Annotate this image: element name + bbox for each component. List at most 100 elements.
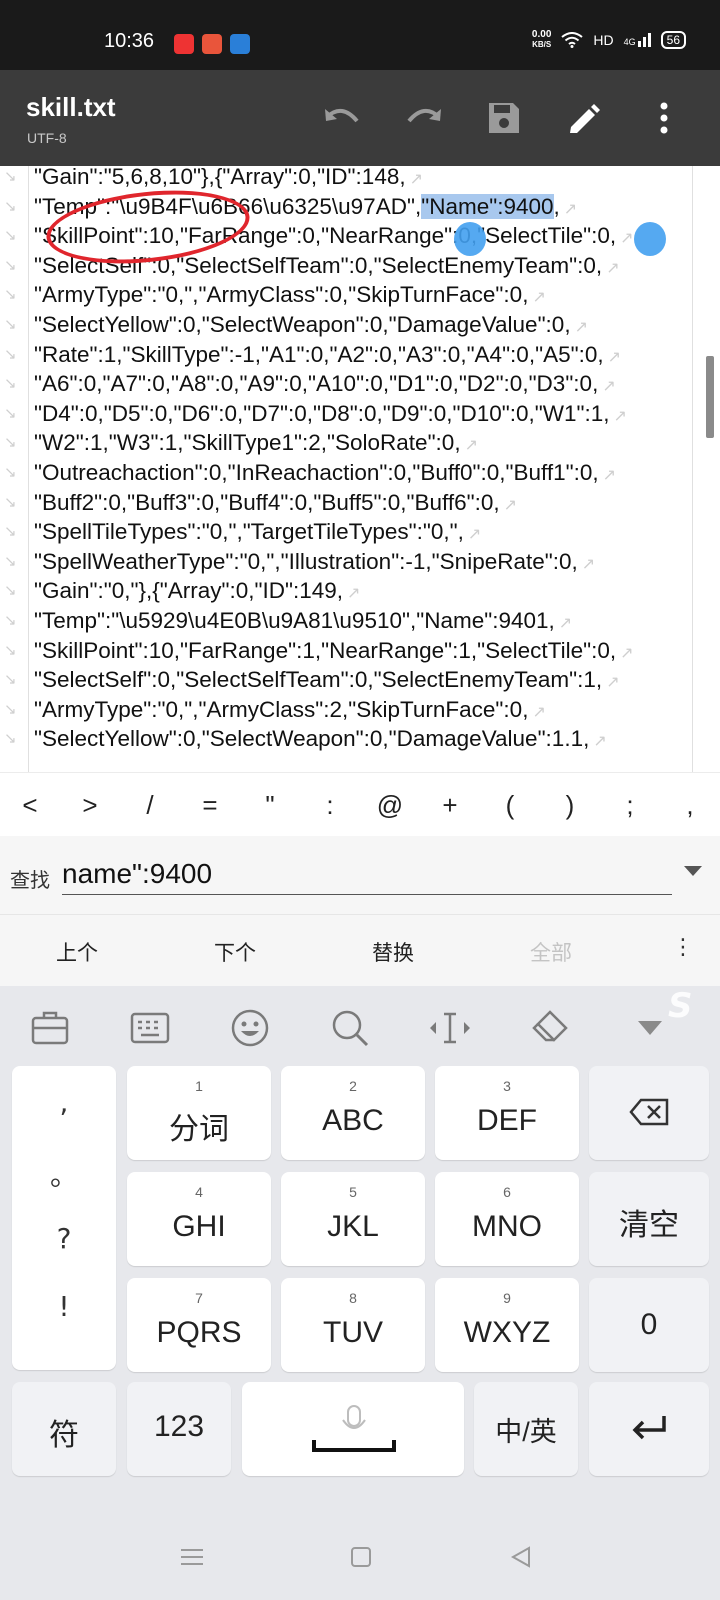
editor-line[interactable]: ↘ "Rate":1,"SkillType":-1,"A1":0,"A2":0,"… xyxy=(4,340,694,370)
backspace-key[interactable] xyxy=(589,1066,709,1160)
net-speed: 0.00 KB/S xyxy=(531,29,552,50)
editor-line[interactable]: ↘ "SpellWeatherType":"0,","Illustration":… xyxy=(4,547,694,577)
editor-line[interactable]: ↘ "SkillPoint":10,"FarRange":1,"NearRange… xyxy=(4,636,694,666)
symbol-key[interactable]: ) xyxy=(545,790,595,821)
editor-line[interactable]: ↘ "SpellTileTypes":"0,","TargetTileTypes"… xyxy=(4,517,694,547)
eraser-button[interactable] xyxy=(528,1006,572,1050)
wrap-arrow-icon: ↗ xyxy=(467,526,482,544)
redo-button[interactable] xyxy=(402,96,446,140)
file-encoding: UTF-8 xyxy=(27,130,67,146)
wrap-arrow-icon: ↗ xyxy=(620,230,634,248)
editor-line[interactable]: ↘ "Temp":"\u5929\u4E0B\u9A81\u9510","Name… xyxy=(4,606,694,636)
symbol-key[interactable]: " xyxy=(245,790,295,821)
editor-line[interactable]: ↘ "ArmyType":"0,","ArmyClass":2,"SkipTurn… xyxy=(4,695,694,725)
symbol-key[interactable]: + xyxy=(425,790,475,821)
editor-line[interactable]: ↘ "W2":1,"W3":1,"SkillType1":2,"SoloRate"… xyxy=(4,428,694,458)
wrap-arrow-icon: ↗ xyxy=(602,466,617,484)
editor-line[interactable]: ↘ "SelectSelf":0,"SelectSelfTeam":0,"Sele… xyxy=(4,665,694,695)
wrap-arrow-icon: ↗ xyxy=(613,407,627,425)
taobao-app-icon xyxy=(174,34,194,54)
keyboard-layout-button[interactable] xyxy=(128,1006,172,1050)
cursor-move-button[interactable] xyxy=(428,1006,472,1050)
t9-key-3[interactable]: 3 DEF xyxy=(435,1066,579,1160)
language-switch-key[interactable]: 中/英 xyxy=(474,1382,578,1476)
gutter-divider xyxy=(28,166,29,772)
number-keyboard-key[interactable]: 123 xyxy=(127,1382,231,1476)
editor-line[interactable]: ↘ "SelectYellow":0,"SelectWeapon":0,"Dama… xyxy=(4,724,694,754)
clipboard-icon xyxy=(31,1011,69,1045)
t9-key-4[interactable]: 4 GHI xyxy=(127,1172,271,1266)
wrap-arrow-icon: ↗ xyxy=(558,614,573,632)
find-bar: 查找 xyxy=(0,836,720,914)
clipboard-button[interactable] xyxy=(28,1006,72,1050)
symbol-key-switch[interactable]: 符 xyxy=(12,1382,116,1476)
symbol-key[interactable]: > xyxy=(65,790,115,821)
t9-key-6[interactable]: 6 MNO xyxy=(435,1172,579,1266)
save-button[interactable] xyxy=(482,96,526,140)
symbol-key[interactable]: @ xyxy=(365,790,415,821)
editor-line[interactable]: ↘ "ArmyType":"0,","ArmyClass":0,"SkipTurn… xyxy=(4,280,694,310)
clear-key[interactable]: 清空 xyxy=(589,1172,709,1266)
selection-handle-start[interactable] xyxy=(454,222,486,256)
punctuation-column[interactable]: , 。 ? ! xyxy=(12,1066,116,1370)
editor-scrollbar[interactable] xyxy=(706,356,714,438)
home-nav-icon[interactable] xyxy=(350,1546,372,1568)
more-options-button[interactable] xyxy=(642,96,686,140)
t9-key-1[interactable]: 1 分词 xyxy=(127,1066,271,1160)
replace-all-button[interactable]: 全部 xyxy=(530,937,572,967)
editor-line[interactable]: ↘ "D4":0,"D5":0,"D6":0,"D7":0,"D8":0,"D9"… xyxy=(4,399,694,429)
find-history-dropdown[interactable] xyxy=(684,866,702,876)
find-previous-button[interactable]: 上个 xyxy=(56,937,98,967)
editor-line[interactable]: ↘ "Buff2":0,"Buff3":0,"Buff4":0,"Buff5":0… xyxy=(4,488,694,518)
t9-key-8[interactable]: 8 TUV xyxy=(281,1278,425,1372)
selection-handle-end[interactable] xyxy=(634,222,666,256)
emoji-button[interactable] xyxy=(228,1006,272,1050)
search-icon xyxy=(332,1010,369,1047)
eraser-icon xyxy=(532,1010,568,1042)
symbol-key[interactable]: ( xyxy=(485,790,535,821)
wrap-arrow-icon: ↘ xyxy=(4,315,17,333)
undo-button[interactable] xyxy=(320,96,364,140)
symbol-key[interactable]: = xyxy=(185,790,235,821)
enter-key[interactable] xyxy=(589,1382,709,1476)
menu-nav-icon[interactable] xyxy=(180,1548,204,1566)
find-more-button[interactable]: ⋮ xyxy=(672,935,694,960)
zero-key[interactable]: 0 xyxy=(589,1278,709,1372)
wrap-arrow-icon: ↗ xyxy=(503,496,518,514)
editor-line[interactable]: ↘ "Gain":"0,"},{"Array":0,"ID":149, ↗ xyxy=(4,576,694,606)
editor-line[interactable]: ↘ "A6":0,"A7":0,"A8":0,"A9":0,"A10":0,"D1… xyxy=(4,369,694,399)
space-key[interactable] xyxy=(242,1382,464,1476)
t9-key-9[interactable]: 9 WXYZ xyxy=(435,1278,579,1372)
symbol-key[interactable]: : xyxy=(305,790,355,821)
editor-line[interactable]: ↘ "Outreachaction":0,"InReachaction":0,"B… xyxy=(4,458,694,488)
wrap-arrow-icon: ↘ xyxy=(4,404,17,422)
symbol-key[interactable]: / xyxy=(125,790,175,821)
punct-key[interactable]: ? xyxy=(12,1222,116,1255)
punct-key[interactable]: 。 xyxy=(12,1154,116,1194)
symbol-key[interactable]: < xyxy=(5,790,55,821)
replace-button[interactable]: 替换 xyxy=(372,937,414,967)
collapse-keyboard-button[interactable] xyxy=(628,1006,672,1050)
t9-key-5[interactable]: 5 JKL xyxy=(281,1172,425,1266)
battery-indicator: 56 xyxy=(660,31,686,49)
find-next-button[interactable]: 下个 xyxy=(214,937,256,967)
search-match-highlight: "Name":9400 xyxy=(421,193,554,219)
edit-button[interactable] xyxy=(562,96,606,140)
editor-line[interactable]: ↘ "Gain":"5,6,8,10"},{"Array":0,"ID":148,… xyxy=(4,166,694,192)
wrap-arrow-icon: ↘ xyxy=(4,256,17,274)
symbol-key[interactable]: , xyxy=(665,790,715,821)
wrap-arrow-icon: ↗ xyxy=(593,733,607,751)
wrap-arrow-icon: ↘ xyxy=(4,434,17,452)
punct-key[interactable]: ! xyxy=(12,1290,116,1323)
t9-key-2[interactable]: 2 ABC xyxy=(281,1066,425,1160)
back-nav-icon[interactable] xyxy=(510,1546,532,1568)
symbol-key[interactable]: ; xyxy=(605,790,655,821)
t9-key-7[interactable]: 7 PQRS xyxy=(127,1278,271,1372)
punct-key[interactable]: , xyxy=(12,1086,116,1119)
editor-line[interactable]: ↘ "SelectYellow":0,"SelectWeapon":0,"Dama… xyxy=(4,310,694,340)
find-input[interactable] xyxy=(62,854,672,895)
keyboard-search-button[interactable] xyxy=(328,1006,372,1050)
keyboard-icon xyxy=(130,1012,170,1044)
ime-keyboard: S , 。 ? ! 1 分词 2 ABC 3 DEF 4 GHI 5 JKL 6 MNO 清… xyxy=(0,986,720,1600)
text-editor[interactable]: ↘ "Gain":"5,6,8,10"},{"Array":0,"ID":148,… xyxy=(0,166,720,772)
